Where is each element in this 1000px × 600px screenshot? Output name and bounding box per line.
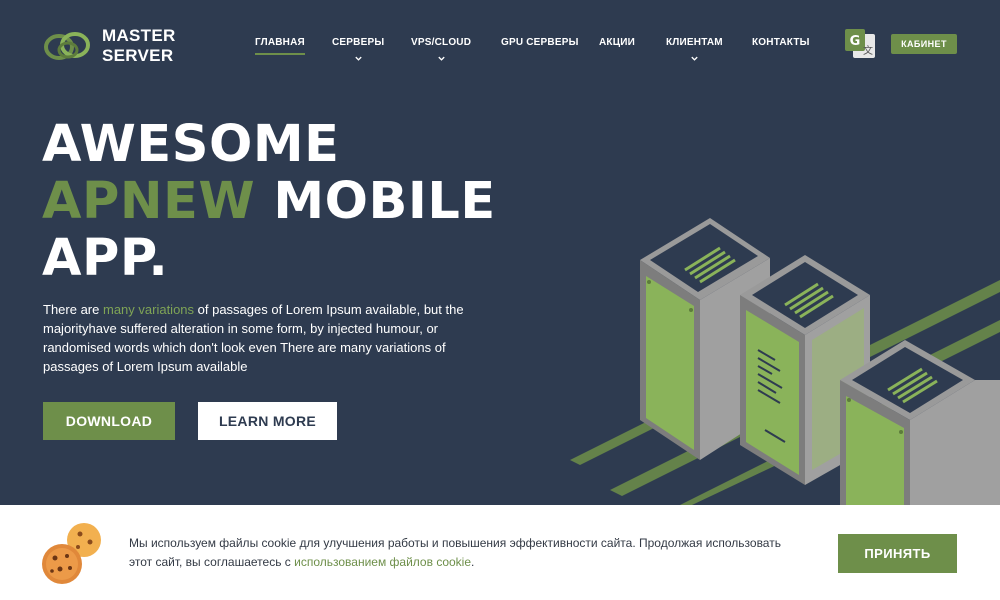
cookie-consent-bar: Мы используем файлы cookie для улучшения… (0, 505, 1000, 600)
logo-rings-icon (44, 32, 90, 60)
headline-accent: APNEW (42, 172, 256, 231)
google-translate-icon[interactable]: G 文 (844, 28, 876, 60)
nav-item-clients[interactable]: КЛИЕНТАМ (666, 37, 723, 63)
nav-item-contacts[interactable]: КОНТАКТЫ (752, 37, 810, 48)
nav-item-home[interactable]: ГЛАВНАЯ (255, 37, 305, 55)
hero-section: MASTER SERVER ГЛАВНАЯ СЕРВЕРЫ VPS/CLOUD … (0, 0, 1000, 505)
chevron-down-icon (437, 56, 445, 61)
many-variations-link[interactable]: many variations (103, 302, 194, 317)
active-underline (255, 53, 305, 55)
nav-item-label: КЛИЕНТАМ (666, 37, 723, 48)
nav-item-label: ГЛАВНАЯ (255, 37, 305, 48)
logo-line-1: MASTER (102, 26, 176, 45)
servers-illustration (570, 218, 1000, 505)
chevron-down-icon (354, 56, 362, 61)
chevron-down-icon (691, 56, 698, 61)
logo[interactable]: MASTER SERVER (42, 26, 176, 66)
nav-item-label: VPS/CLOUD (411, 37, 472, 48)
hero-headline: AWESOME APNEW MOBILE APP. (42, 116, 496, 287)
svg-text:文: 文 (863, 44, 873, 57)
svg-text:G: G (850, 34, 861, 49)
logo-text: MASTER SERVER (102, 26, 176, 66)
nav-item-label: GPU СЕРВЕРЫ (501, 37, 579, 48)
hero-description: There are many variations of passages of… (43, 300, 483, 376)
accept-cookies-button[interactable]: ПРИНЯТЬ (838, 534, 957, 573)
download-button[interactable]: DOWNLOAD (43, 402, 175, 440)
cookie-policy-link[interactable]: использованием файлов cookie (294, 555, 471, 569)
cabinet-button[interactable]: КАБИНЕТ (891, 34, 957, 54)
logo-line-2: SERVER (102, 46, 174, 65)
nav-item-vps-cloud[interactable]: VPS/CLOUD (411, 37, 471, 63)
headline-line-3: APP. (42, 229, 169, 288)
headline-line-2-rest: MOBILE (273, 172, 496, 231)
cookies-icon (42, 523, 101, 584)
nav-item-servers[interactable]: СЕРВЕРЫ (332, 37, 384, 63)
cookie-message: Мы используем файлы cookie для улучшения… (129, 534, 799, 572)
cookie-text-after: . (471, 555, 475, 569)
nav-item-label: СЕРВЕРЫ (332, 37, 385, 48)
nav-item-label: АКЦИИ (599, 37, 636, 48)
headline-line-1: AWESOME (42, 115, 340, 174)
nav-item-promotions[interactable]: АКЦИИ (599, 37, 635, 48)
headline-line-2: APNEW MOBILE (42, 173, 496, 230)
desc-text-before: There are (43, 302, 103, 317)
nav-item-label: КОНТАКТЫ (752, 37, 810, 48)
learn-more-button[interactable]: LEARN MORE (198, 402, 337, 440)
nav-item-gpu-servers[interactable]: GPU СЕРВЕРЫ (501, 37, 579, 48)
